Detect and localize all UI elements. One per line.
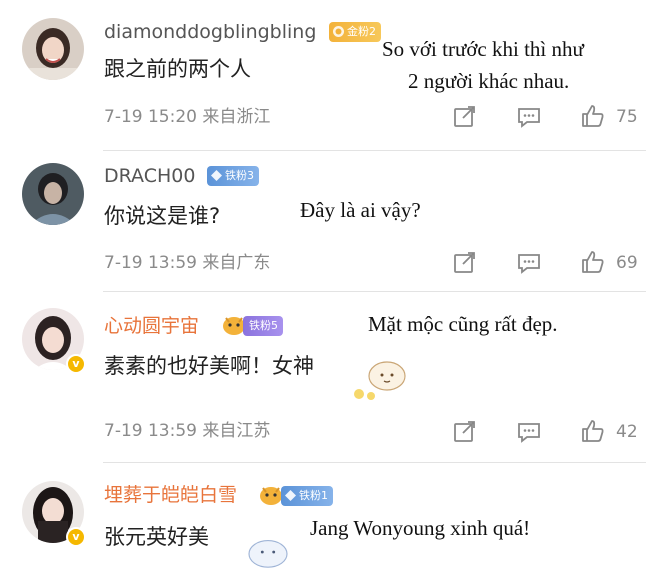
avatar[interactable] (22, 18, 84, 80)
thumbs-up-icon[interactable] (580, 249, 606, 275)
timestamp: 7-19 13:59 来自江苏 (104, 421, 271, 441)
comment-item: v 心动圆宇宙 铁粉5 素素的也好美啊！女神 Mặt mộc cũng rất … (0, 292, 660, 462)
avatar[interactable] (22, 163, 84, 225)
comment-item: diamonddogblingbling 金粉2 跟之前的两个人 So với … (0, 0, 660, 150)
sticker-image (248, 540, 288, 568)
comment-item: DRACH00 铁粉3 你说这是谁? Đây là ai vậy? 7-19 1… (0, 151, 660, 291)
username[interactable]: 埋葬于皑皑白雪 (104, 483, 237, 507)
sticker-image (354, 361, 406, 400)
translation-line: Mặt mộc cũng rất đẹp. (368, 312, 558, 336)
thumbs-up-icon[interactable] (580, 418, 606, 444)
share-icon[interactable] (452, 250, 478, 276)
translation-line: Đây là ai vậy? (300, 198, 421, 222)
thumbs-up-icon[interactable] (580, 103, 606, 129)
fan-badge-label: 铁粉5 (249, 319, 278, 332)
comment-text: 素素的也好美啊！女神 (104, 354, 314, 378)
comment-text: 张元英好美 (104, 525, 209, 549)
fan-badge-icon (211, 170, 222, 181)
fan-badge-icon (333, 26, 344, 37)
like-count: 42 (616, 422, 638, 442)
verified-v-icon: v (66, 354, 86, 374)
username[interactable]: 心动圆宇宙 (104, 314, 199, 338)
fan-badge-label: 铁粉3 (225, 169, 254, 182)
timestamp: 7-19 15:20 来自浙江 (104, 107, 271, 127)
avatar-image (22, 18, 84, 80)
comment-item: v 埋葬于皑皑白雪 铁粉1 张元英好美 Jang Wonyoung xinh q… (0, 463, 660, 571)
comment-icon[interactable] (516, 104, 542, 130)
timestamp: 7-19 13:59 来自广东 (104, 253, 271, 273)
translation-line: So với trước khi thì như (382, 37, 584, 61)
comment-icon[interactable] (516, 250, 542, 276)
comment-icon[interactable] (516, 419, 542, 445)
fan-badge: 铁粉1 (281, 486, 333, 506)
share-icon[interactable] (452, 419, 478, 445)
username[interactable]: DRACH00 (104, 164, 195, 188)
fan-badge: 铁粉3 (207, 166, 259, 186)
avatar-image (22, 163, 84, 225)
fan-badge-label: 铁粉1 (299, 489, 328, 502)
comment-text: 跟之前的两个人 (104, 57, 251, 81)
like-count: 69 (616, 253, 638, 273)
verified-v-icon: v (66, 527, 86, 547)
fan-badge: 铁粉5 (243, 316, 283, 336)
share-icon[interactable] (452, 104, 478, 130)
translation-line: 2 người khác nhau. (408, 69, 570, 93)
username[interactable]: diamonddogblingbling (104, 20, 316, 44)
fan-badge: 金粉2 (329, 22, 381, 42)
translation-line: Jang Wonyoung xinh quá! (310, 516, 531, 540)
fan-badge-icon (285, 490, 296, 501)
comment-text: 你说这是谁? (104, 204, 221, 228)
fan-badge-label: 金粉2 (347, 25, 376, 38)
like-count: 75 (616, 107, 638, 127)
